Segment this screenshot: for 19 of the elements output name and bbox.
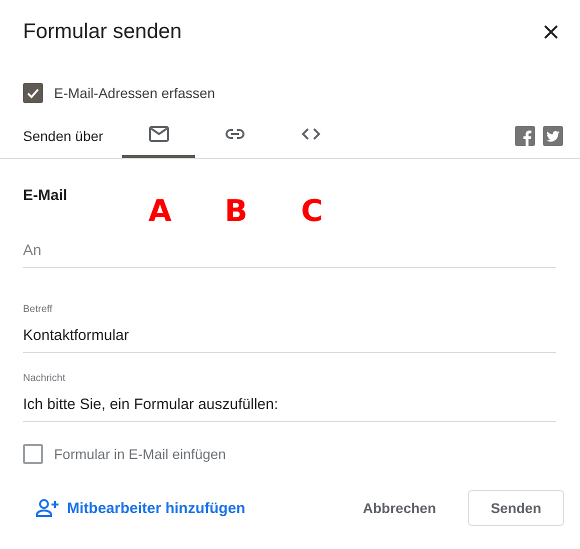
twitter-icon[interactable]: [543, 126, 563, 146]
send-button[interactable]: Senden: [468, 490, 564, 526]
dialog-title: Formular senden: [23, 20, 182, 44]
add-person-icon: [35, 498, 59, 518]
checkbox[interactable]: [23, 83, 43, 103]
section-title: E-Mail: [23, 187, 68, 204]
field-label: Betreff: [23, 304, 54, 315]
annotation-letter: B: [224, 195, 248, 229]
checkbox-label: Formular in E-Mail einfügen: [54, 446, 226, 462]
facebook-icon[interactable]: [515, 126, 535, 146]
checkbox[interactable]: [23, 444, 43, 464]
close-icon: [544, 25, 558, 39]
add-collaborators-link[interactable]: Mitbearbeiter hinzufügen: [35, 498, 246, 518]
send-via-label: Senden über: [23, 128, 104, 144]
check-icon: [26, 86, 40, 100]
annotation-letter: A: [148, 195, 172, 229]
field-label: Nachricht: [23, 373, 66, 384]
checkbox-label: E-Mail-Adressen erfassen: [54, 85, 216, 101]
annotation-letter: C: [300, 195, 324, 229]
